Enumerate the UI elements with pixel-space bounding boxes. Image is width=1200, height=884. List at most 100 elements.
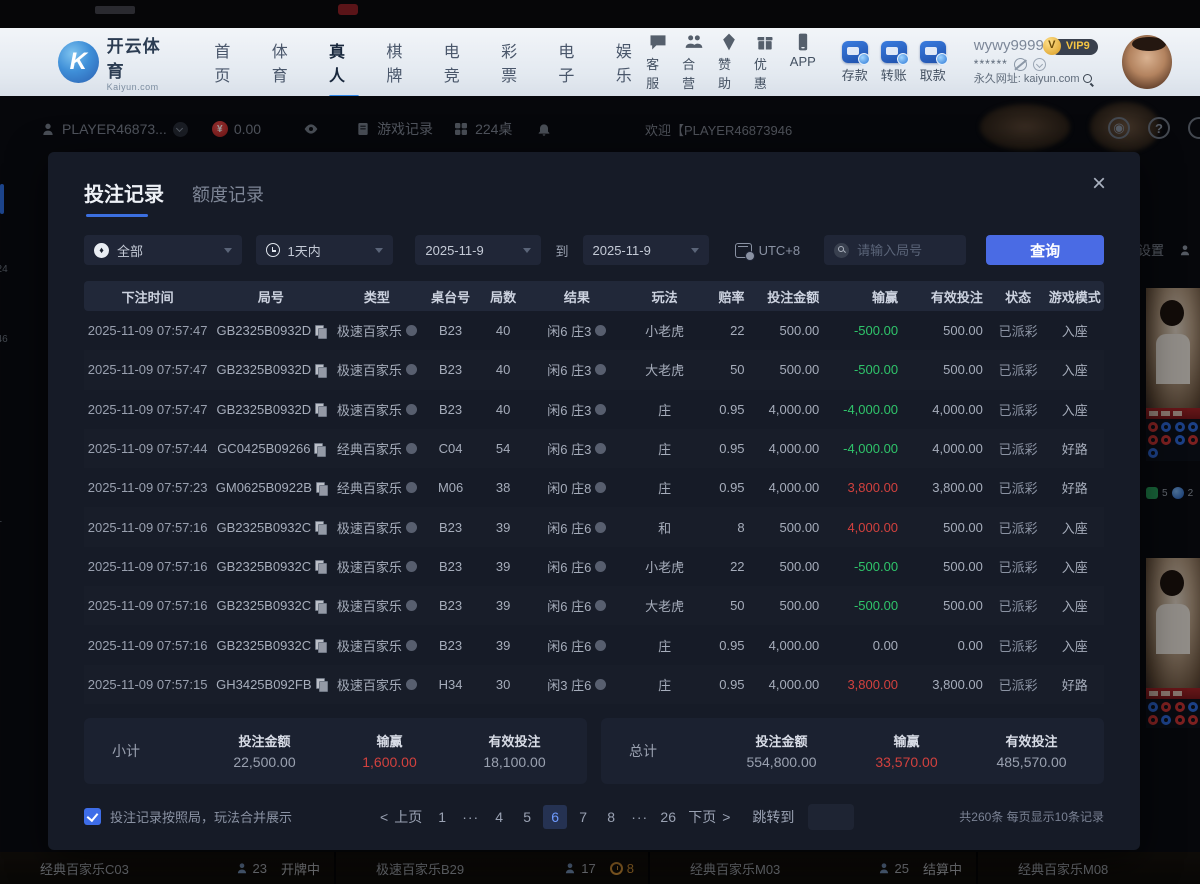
time-range-select[interactable]: 1天内 [256, 235, 394, 265]
page-number[interactable]: 6 [543, 805, 567, 829]
table-row: 2025-11-09 07:57:15 GH3425B092FB 极速百家乐 H… [84, 665, 1104, 704]
info-icon[interactable] [406, 443, 417, 454]
info-icon[interactable] [595, 600, 606, 611]
chat-icon [648, 32, 668, 52]
chevron-down-icon[interactable] [1033, 58, 1046, 71]
magnifier-icon[interactable] [1083, 74, 1094, 85]
total-box: 总计 投注金额554,800.00 输赢33,570.00 有效投注485,57… [601, 718, 1104, 784]
cell-game-type: 极速百家乐 [330, 360, 423, 379]
total-winloss: 33,570.00 [875, 754, 937, 770]
game-type-select[interactable]: ♦ 全部 [84, 235, 242, 265]
copy-icon[interactable] [316, 678, 326, 690]
info-icon[interactable] [406, 325, 417, 336]
top-strip-mark [95, 6, 135, 14]
page-number[interactable]: 26 [656, 805, 680, 829]
info-icon[interactable] [595, 640, 606, 651]
column-header: 类型 [330, 287, 423, 306]
column-header: 有效投注 [906, 287, 991, 306]
tab-quota-records[interactable]: 额度记录 [192, 181, 264, 217]
info-icon[interactable] [406, 404, 417, 415]
info-icon[interactable] [595, 364, 606, 375]
cell-valid-bet: 500.00 [906, 559, 991, 574]
summary-section: 小计 投注金额22,500.00 输赢1,600.00 有效投注18,100.0… [84, 718, 1104, 784]
nav-item[interactable]: 首页 [214, 32, 244, 92]
page-number[interactable]: ··· [458, 805, 483, 829]
copy-icon[interactable] [315, 639, 325, 651]
username: wywy9999 [974, 37, 1044, 56]
nav-item[interactable]: 棋牌 [386, 32, 416, 92]
page-number[interactable]: 4 [487, 805, 511, 829]
deposit-button[interactable]: 存款 [842, 41, 868, 84]
nav-item[interactable]: 体育 [272, 32, 302, 92]
nav-item[interactable]: 电竞 [444, 32, 474, 92]
column-header: 下注时间 [84, 287, 211, 306]
copy-icon[interactable] [315, 600, 325, 612]
customer-service-button[interactable]: 客服 [646, 32, 669, 92]
cell-bet-amount: 500.00 [753, 323, 828, 338]
cell-valid-bet: 3,800.00 [906, 677, 991, 692]
info-icon[interactable] [595, 325, 606, 336]
cell-game-type: 极速百家乐 [330, 557, 423, 576]
partnership-button[interactable]: 合营 [682, 32, 705, 92]
column-header: 投注金额 [753, 287, 828, 306]
jump-page-input[interactable] [808, 804, 854, 830]
eye-off-icon[interactable] [1014, 58, 1027, 71]
copy-icon[interactable] [315, 364, 325, 376]
nav-item[interactable]: 娱乐 [616, 32, 646, 92]
cell-status: 已派彩 [991, 636, 1046, 655]
next-page-button[interactable]: 下页> [684, 807, 734, 827]
people-icon [684, 32, 704, 52]
copy-icon[interactable] [314, 443, 324, 455]
info-icon[interactable] [406, 482, 417, 493]
vip-badge[interactable]: V VIP9 [1050, 39, 1098, 55]
info-icon[interactable] [595, 482, 606, 493]
query-button[interactable]: 查询 [986, 235, 1104, 265]
info-icon[interactable] [406, 561, 417, 572]
withdraw-button[interactable]: 取款 [920, 41, 946, 84]
copy-icon[interactable] [316, 482, 326, 494]
page-number[interactable]: 8 [599, 805, 623, 829]
page-number[interactable]: 7 [571, 805, 595, 829]
copy-icon[interactable] [315, 325, 325, 337]
transfer-button[interactable]: 转账 [881, 41, 907, 84]
page-number[interactable]: 5 [515, 805, 539, 829]
info-icon[interactable] [595, 522, 606, 533]
info-icon[interactable] [595, 679, 606, 690]
cell-table-id: B23 [423, 638, 478, 653]
info-icon[interactable] [406, 640, 417, 651]
column-header: 结果 [528, 287, 625, 306]
info-icon[interactable] [406, 600, 417, 611]
app-button[interactable]: APP [790, 32, 816, 92]
copy-icon[interactable] [315, 521, 325, 533]
cell-status: 已派彩 [991, 360, 1046, 379]
tab-bet-records[interactable]: 投注记录 [84, 178, 164, 217]
sponsor-button[interactable]: 赞助 [718, 32, 741, 92]
promo-button[interactable]: 优惠 [754, 32, 777, 92]
info-icon[interactable] [406, 679, 417, 690]
date-to-picker[interactable]: 2025-11-9 [583, 235, 709, 265]
merge-checkbox[interactable] [84, 808, 101, 825]
brand-logo[interactable]: K 开云体育 Kaiyun.com [58, 32, 176, 92]
page-number[interactable]: 1 [430, 805, 454, 829]
info-icon[interactable] [595, 443, 606, 454]
close-icon[interactable]: × [1092, 172, 1106, 196]
prev-page-button[interactable]: <上页 [376, 807, 426, 827]
info-icon[interactable] [406, 522, 417, 533]
cell-play-type: 庄 [625, 400, 704, 419]
cell-bet-time: 2025-11-09 07:57:16 [84, 638, 211, 653]
info-icon[interactable] [595, 561, 606, 572]
avatar[interactable] [1122, 35, 1172, 89]
page-number[interactable]: ··· [627, 805, 652, 829]
cell-round-count: 40 [478, 323, 528, 338]
info-icon[interactable] [595, 404, 606, 415]
info-icon[interactable] [406, 364, 417, 375]
copy-icon[interactable] [315, 560, 325, 572]
records-info: 共260条 每页显示10条记录 [959, 808, 1104, 825]
cell-round-count: 39 [478, 559, 528, 574]
date-from-picker[interactable]: 2025-11-9 [415, 235, 541, 265]
nav-item[interactable]: 电子 [558, 32, 588, 92]
nav-item[interactable]: 真人 [329, 32, 359, 92]
nav-item[interactable]: 彩票 [501, 32, 531, 92]
round-search-input[interactable] [857, 243, 957, 258]
copy-icon[interactable] [315, 403, 325, 415]
